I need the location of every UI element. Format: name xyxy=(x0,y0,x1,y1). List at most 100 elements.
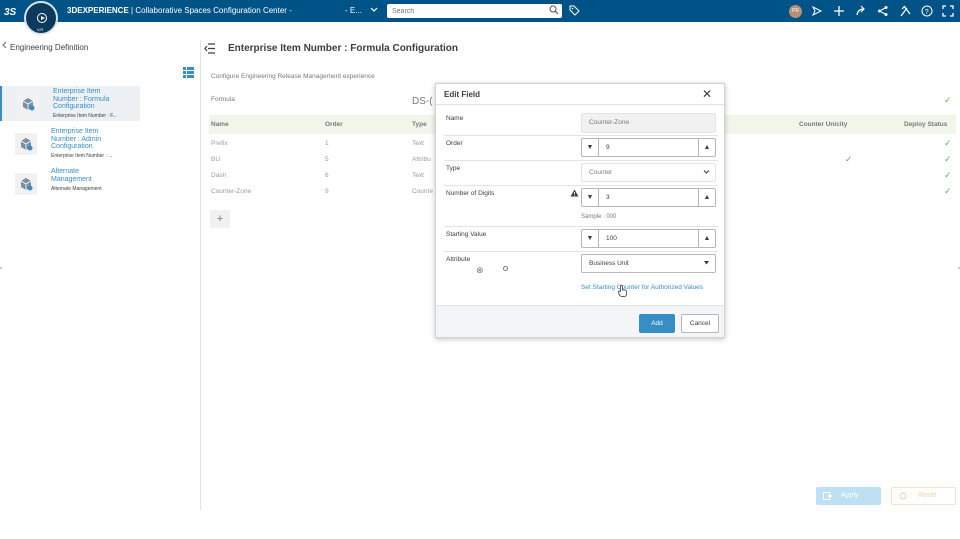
apply-icon xyxy=(823,492,832,500)
reset-icon xyxy=(899,492,907,500)
cell-name: BU xyxy=(211,156,221,163)
cancel-button[interactable]: Cancel xyxy=(681,314,719,333)
fullscreen-icon[interactable] xyxy=(942,5,954,17)
cell-name: Counter-Zone xyxy=(211,188,252,195)
column-header-name[interactable]: Name xyxy=(211,121,229,128)
cell-order: 1 xyxy=(325,140,329,147)
unicity-check-icon: ✓ xyxy=(845,154,853,164)
decrement-button[interactable]: ▼ xyxy=(582,139,599,156)
increment-button[interactable]: ▲ xyxy=(698,139,715,156)
attribute-select[interactable]: Business Unit xyxy=(581,254,716,273)
help-icon[interactable]: ? xyxy=(921,5,933,17)
deploy-check-icon: ✓ xyxy=(944,138,952,148)
add-button[interactable]: Add xyxy=(639,314,675,333)
digits-label: Number of Digits xyxy=(446,190,495,197)
brand-name: 3DEXPERIENCE xyxy=(67,6,129,15)
cell-order: 6 xyxy=(325,172,329,179)
role-selector[interactable]: - E... xyxy=(345,6,362,15)
add-field-button[interactable]: + xyxy=(210,210,230,228)
check-icon: ✓ xyxy=(944,95,952,105)
config-icon xyxy=(15,173,37,195)
sample-text: Sample : 000 xyxy=(581,214,617,220)
collapse-panel-icon[interactable] xyxy=(204,43,216,54)
tag-icon[interactable] xyxy=(569,5,580,16)
cell-type: Text xyxy=(412,140,424,147)
type-select[interactable]: Counter xyxy=(581,163,716,182)
edge-handle-left[interactable] xyxy=(0,267,2,269)
play-icon xyxy=(37,13,47,23)
increment-button[interactable]: ▲ xyxy=(698,189,715,206)
starting-value-label: Starting Value xyxy=(446,231,487,238)
type-value: Counter xyxy=(589,169,613,176)
cell-type: Attribu xyxy=(412,156,431,163)
caret-down-icon xyxy=(703,259,710,268)
tools-icon[interactable] xyxy=(899,5,911,17)
decrement-button[interactable]: ▼ xyxy=(582,189,599,206)
svg-text:?: ? xyxy=(925,9,929,16)
app-title: 3DEXPERIENCE | Collaborative Spaces Conf… xyxy=(67,6,292,15)
close-icon[interactable]: ✕ xyxy=(702,88,712,100)
radio-icon[interactable] xyxy=(503,266,508,271)
3ds-logo-icon: 3S xyxy=(4,4,20,18)
decrement-button[interactable]: ▼ xyxy=(582,230,599,247)
apply-label: Apply xyxy=(841,492,859,499)
compass-label: V,R xyxy=(37,27,44,32)
column-header-counter-unicity[interactable]: Counter Unicity xyxy=(799,121,847,128)
config-icon xyxy=(15,133,37,155)
sidebar-item-label: Alternate Management xyxy=(51,168,92,183)
warning-icon xyxy=(570,189,579,197)
panel-title: Engineering Definition xyxy=(10,43,89,52)
apply-button[interactable]: Apply xyxy=(816,487,881,505)
reset-button[interactable]: Reset xyxy=(891,487,956,505)
sidebar-item-admin-configuration[interactable]: Enterprise Item Number : Admin Configura… xyxy=(7,126,140,161)
dialog-footer: Add Cancel xyxy=(436,305,724,337)
column-header-deploy-status[interactable]: Deploy Status xyxy=(904,121,947,128)
page-description: Configure Engineering Release Management… xyxy=(211,73,375,80)
hand-cursor-icon xyxy=(618,285,627,297)
grid-view-icon[interactable] xyxy=(183,67,194,78)
sidebar-item-formula-configuration[interactable]: Enterprise Item Number : Formula Configu… xyxy=(0,86,140,121)
plus-icon[interactable] xyxy=(833,5,845,17)
order-label: Order xyxy=(446,140,463,147)
sidebar-item-subtitle: Alternate Management xyxy=(51,186,102,192)
set-starting-counter-link[interactable]: Set Starting Counter for Authorized Valu… xyxy=(581,284,703,291)
divider xyxy=(444,185,718,186)
chevron-down-icon[interactable] xyxy=(370,5,378,15)
formula-value: DS-( xyxy=(412,96,433,107)
search-input[interactable] xyxy=(387,4,537,18)
share-arrow-icon[interactable] xyxy=(811,5,823,17)
back-arrow-icon[interactable] xyxy=(1,41,7,51)
compass-button[interactable]: V,R xyxy=(24,1,58,35)
column-header-order[interactable]: Order xyxy=(325,121,343,128)
chevron-down-icon xyxy=(703,168,710,177)
search-icon[interactable] xyxy=(549,5,559,15)
attribute-label: Attribute xyxy=(446,256,471,263)
search-box[interactable] xyxy=(387,4,562,18)
dialog-title: Edit Field xyxy=(444,90,480,99)
cell-order: 5 xyxy=(325,156,329,163)
cell-type: Counte xyxy=(412,188,433,195)
column-header-type[interactable]: Type xyxy=(412,121,427,128)
forward-icon[interactable] xyxy=(855,5,867,17)
deploy-check-icon: ✓ xyxy=(944,186,952,196)
clear-icon[interactable]: ⊗ xyxy=(476,265,484,276)
type-label: Type xyxy=(446,165,461,172)
increment-button[interactable]: ▲ xyxy=(698,230,715,247)
digits-value[interactable]: 3 xyxy=(606,194,610,201)
network-share-icon[interactable] xyxy=(877,5,889,17)
sidebar-item-alternate-management[interactable]: Alternate Management Alternate Managemen… xyxy=(7,166,140,201)
deploy-check-icon: ✓ xyxy=(944,154,952,164)
order-value[interactable]: 9 xyxy=(606,144,610,151)
name-field: Counter-Zone xyxy=(581,113,716,133)
name-label: Name xyxy=(446,115,464,122)
avatar[interactable]: PR xyxy=(789,5,802,18)
digits-stepper[interactable]: ▼ 3 ▲ xyxy=(581,188,716,207)
divider xyxy=(436,104,724,105)
order-stepper[interactable]: ▼ 9 ▲ xyxy=(581,138,716,157)
cell-name: Prefix xyxy=(211,140,228,147)
formula-label: Formula xyxy=(211,96,235,103)
starting-value-stepper[interactable]: ▼ 100 ▲ xyxy=(581,229,716,248)
config-icon xyxy=(17,93,39,115)
starting-value[interactable]: 100 xyxy=(606,235,617,242)
app-name: | Collaborative Spaces Configuration Cen… xyxy=(128,6,292,15)
